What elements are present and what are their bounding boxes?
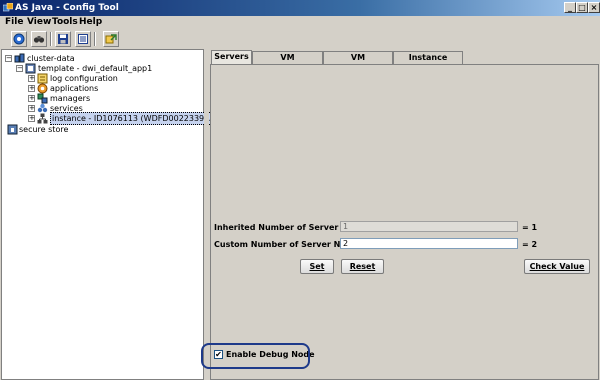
set-button[interactable]: Set bbox=[300, 259, 334, 274]
reset-button[interactable]: Reset bbox=[341, 259, 384, 274]
tree-node-secure-store[interactable]: secure store bbox=[5, 124, 185, 135]
toolbar-separator bbox=[94, 32, 96, 46]
minimize-button[interactable]: _ bbox=[564, 2, 576, 13]
instance-icon bbox=[37, 113, 48, 124]
import-button[interactable] bbox=[103, 31, 119, 47]
expand-icon[interactable]: + bbox=[28, 95, 35, 102]
app-icon bbox=[3, 3, 13, 12]
expand-icon[interactable]: + bbox=[28, 105, 35, 112]
save-icon bbox=[58, 34, 68, 44]
inherited-nodes-result: = 1 bbox=[522, 223, 538, 232]
export-button[interactable] bbox=[75, 31, 91, 47]
save-button[interactable] bbox=[55, 31, 71, 47]
menu-view[interactable]: View bbox=[27, 17, 51, 27]
highlight-annotation bbox=[201, 343, 310, 369]
details-pane: Servers VM Environment VM Parameters Ins… bbox=[209, 49, 600, 380]
maximize-button[interactable]: □ bbox=[576, 2, 588, 13]
expand-icon[interactable]: + bbox=[28, 75, 35, 82]
inherited-nodes-field: 1 bbox=[340, 221, 518, 232]
menu-tools[interactable]: Tools bbox=[52, 17, 78, 27]
menu-bar: File View Tools Help bbox=[0, 16, 600, 30]
import-icon bbox=[105, 34, 117, 44]
connect-icon bbox=[13, 33, 25, 45]
window-title: AS Java - Config Tool bbox=[15, 3, 119, 13]
title-bar: AS Java - Config Tool _ □ × bbox=[0, 0, 600, 16]
tree-label: secure store bbox=[19, 125, 69, 134]
menu-file[interactable]: File bbox=[5, 17, 23, 27]
check-value-button[interactable]: Check Value bbox=[524, 259, 590, 274]
custom-nodes-input[interactable]: 2 bbox=[340, 238, 518, 249]
collapse-icon[interactable]: − bbox=[16, 65, 23, 72]
expand-icon[interactable]: + bbox=[28, 85, 35, 92]
binoculars-icon bbox=[33, 36, 45, 43]
close-button[interactable]: × bbox=[588, 2, 600, 13]
connect-button[interactable] bbox=[11, 31, 27, 47]
toolbar bbox=[0, 30, 600, 48]
tree-node-instance[interactable]: + instance - ID1076113 (WDFD00223395A) bbox=[28, 112, 220, 125]
toolbar-separator bbox=[50, 32, 52, 46]
export-icon bbox=[78, 34, 88, 44]
tab-instance-profile[interactable]: Instance Profile bbox=[393, 51, 463, 74]
tab-vm-parameters[interactable]: VM Parameters bbox=[323, 51, 393, 74]
collapse-icon[interactable]: − bbox=[5, 55, 12, 62]
config-tree[interactable]: − cluster-data − template - dwi_default_… bbox=[1, 49, 220, 380]
find-button[interactable] bbox=[31, 31, 47, 47]
secure-store-icon bbox=[7, 124, 18, 135]
menu-help[interactable]: Help bbox=[79, 17, 102, 27]
tab-vm-environment[interactable]: VM Environment bbox=[252, 51, 323, 74]
custom-nodes-result: = 2 bbox=[522, 240, 538, 249]
tab-servers[interactable]: Servers bbox=[211, 50, 252, 64]
expand-icon[interactable]: + bbox=[28, 115, 35, 122]
